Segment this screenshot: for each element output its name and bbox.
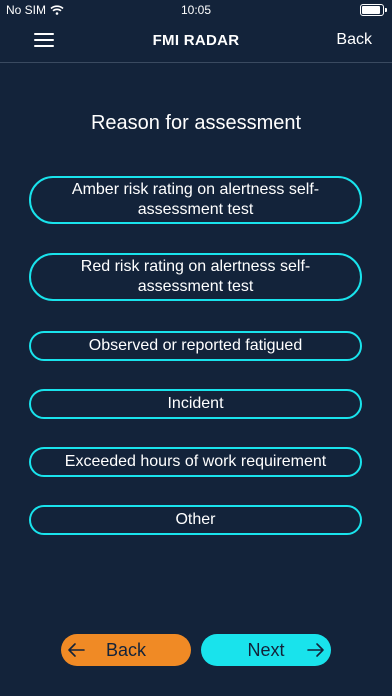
status-right xyxy=(360,4,387,16)
option-other[interactable]: Other xyxy=(29,505,362,535)
option-label: Other xyxy=(175,511,216,528)
option-label: Observed or reported fatigued xyxy=(88,337,303,354)
arrow-right-icon xyxy=(307,643,324,657)
next-button[interactable]: Next xyxy=(201,634,331,666)
back-button[interactable]: Back xyxy=(61,634,191,666)
back-button-label: Back xyxy=(105,639,147,660)
option-label: Incident xyxy=(167,395,224,412)
option-amber-risk[interactable]: Amber risk rating on alertness self-asse… xyxy=(29,176,362,224)
page-title: FMI RADAR xyxy=(152,32,240,49)
option-incident[interactable]: Incident xyxy=(29,389,362,419)
option-observed-fatigued[interactable]: Observed or reported fatigued xyxy=(29,331,362,361)
next-button-label: Next xyxy=(247,639,285,660)
section-heading: Reason for assessment xyxy=(90,112,302,134)
option-exceeded-hours[interactable]: Exceeded hours of work requirement xyxy=(29,447,362,477)
option-label: Amber risk rating on alertness self-asse… xyxy=(71,181,320,218)
option-label: Exceeded hours of work requirement xyxy=(64,453,327,470)
nav-back-button[interactable]: Back xyxy=(336,31,372,49)
option-label: Red risk rating on alertness self-assess… xyxy=(80,258,311,295)
nav-bar: FMI RADAR Back xyxy=(0,20,392,63)
arrow-left-icon xyxy=(68,643,85,657)
option-red-risk[interactable]: Red risk rating on alertness self-assess… xyxy=(29,253,362,301)
battery-icon xyxy=(360,4,387,16)
status-time: 10:05 xyxy=(180,3,212,17)
status-bar: No SIM 10:05 xyxy=(0,0,392,20)
